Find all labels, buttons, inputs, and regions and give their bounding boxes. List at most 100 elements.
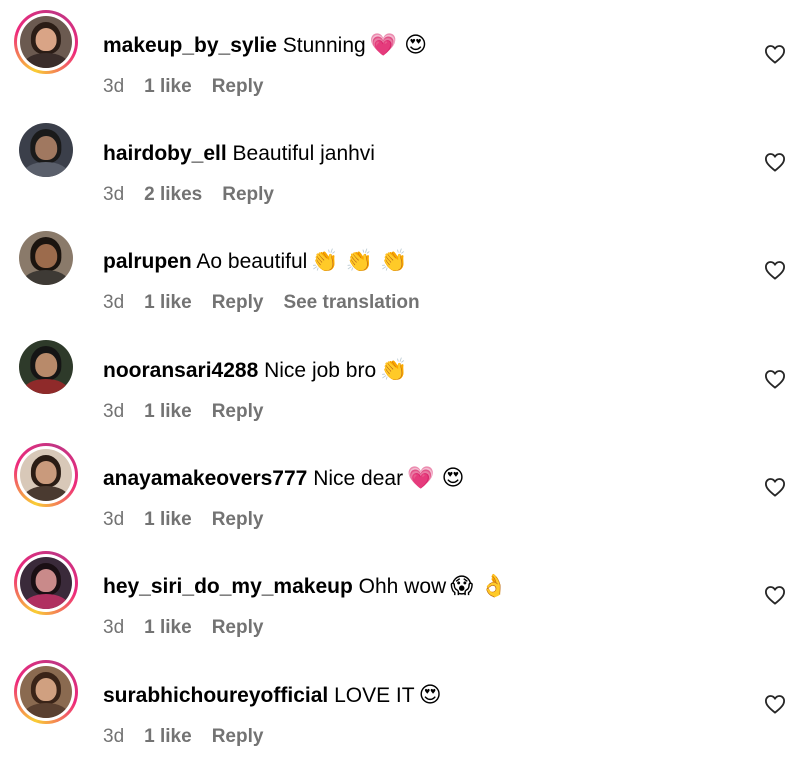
avatar-image [19,123,73,177]
comment-emoji: 💗 😍 [369,33,428,58]
reply-button[interactable]: Reply [212,726,264,747]
avatar-shoulders [22,269,70,285]
comment-meta: 3d 1 like Reply [103,507,283,533]
comment-body: Stunning [282,34,366,57]
avatar[interactable] [14,660,78,724]
avatar-image [20,666,72,718]
heart-outline-path [765,45,785,64]
reply-button[interactable]: Reply [212,292,264,313]
comment-meta: 3d 1 like Reply See translation [103,290,440,316]
avatar-shoulders [23,594,69,609]
avatar-frame [17,554,75,612]
avatar[interactable] [14,551,78,615]
avatar-face [35,461,57,485]
avatar-frame [17,446,75,504]
avatar-image [19,340,73,394]
comment-likes[interactable]: 2 likes [144,184,202,205]
comment-timestamp[interactable]: 3d [103,184,124,205]
comment-meta: 3d 1 like Reply [103,615,283,641]
heart-outline-path [765,586,785,605]
comments-list: makeup_by_sylie Stunning 💗 😍 3d 1 like Reply… [0,0,800,760]
comment-username[interactable]: hairdoby_ell [103,142,227,165]
avatar[interactable] [14,443,78,507]
comment-timestamp[interactable]: 3d [103,726,124,747]
avatar-shoulders [23,703,69,718]
comment-timestamp[interactable]: 3d [103,509,124,530]
comment-likes[interactable]: 1 like [144,292,192,313]
avatar-face [35,569,57,593]
avatar[interactable] [14,118,78,182]
comment-row: surabhichoureyofficial LOVE IT 😍 3d 1 like R… [0,660,800,768]
avatar[interactable] [14,10,78,74]
comment-username[interactable]: makeup_by_sylie [103,34,277,57]
comment-username[interactable]: anayamakeovers777 [103,467,307,490]
comment-username[interactable]: hey_siri_do_my_makeup [103,575,353,598]
comment-body: LOVE IT [334,684,415,707]
comment-row: hairdoby_ell Beautiful janhvi 3d 2 likes Re… [0,118,800,226]
comment-body: Nice dear [313,467,404,490]
comment-username[interactable]: palrupen [103,250,192,273]
comment-meta: 3d 2 likes Reply [103,182,294,208]
heart-outline-icon[interactable] [764,260,786,280]
avatar-frame [17,663,75,721]
avatar[interactable] [14,226,78,290]
comment-row: nooransari4288 Nice job bro 👏 3d 1 like Repl… [0,335,800,443]
heart-outline-icon[interactable] [764,694,786,714]
reply-button[interactable]: Reply [212,401,264,422]
heart-outline-path [765,370,785,389]
avatar-image [19,231,73,285]
comment-text-line: hairdoby_ell Beautiful janhvi [103,140,375,168]
comment-emoji: 😱 👌 [450,574,508,599]
reply-button[interactable]: Reply [212,617,264,638]
heart-outline-icon[interactable] [764,585,786,605]
comment-emoji: 💗 😍 [407,466,465,491]
comment-meta: 3d 1 like Reply [103,724,283,750]
comment-username[interactable]: surabhichoureyofficial [103,684,328,707]
avatar-face [35,243,57,268]
comment-likes[interactable]: 1 like [144,401,192,422]
heart-outline-path [765,261,785,280]
reply-button[interactable]: Reply [222,184,274,205]
comment-row: makeup_by_sylie Stunning 💗 😍 3d 1 like Reply [0,10,800,118]
comment-likes[interactable]: 1 like [144,76,192,97]
comment-timestamp[interactable]: 3d [103,292,124,313]
comment-text-line: makeup_by_sylie Stunning 💗 😍 [103,32,427,60]
comment-username[interactable]: nooransari4288 [103,359,258,382]
comment-likes[interactable]: 1 like [144,617,192,638]
comment-timestamp[interactable]: 3d [103,76,124,97]
comment-row: palrupen Ao beautiful 👏 👏 👏 3d 1 like Reply S… [0,226,800,334]
avatar-face [35,678,57,702]
comment-text-line: hey_siri_do_my_makeup Ohh wow 😱 👌 [103,573,508,601]
avatar-shoulders [23,486,69,501]
comment-body: Ao beautiful [196,250,308,273]
reply-button[interactable]: Reply [212,509,264,530]
avatar-face [35,28,57,52]
comment-emoji: 😍 [418,683,442,708]
heart-outline-icon[interactable] [764,152,786,172]
avatar[interactable] [14,335,78,399]
comment-text-line: palrupen Ao beautiful 👏 👏 👏 [103,248,407,276]
comment-row: hey_siri_do_my_makeup Ohh wow 😱 👌 3d 1 like… [0,551,800,659]
comment-timestamp[interactable]: 3d [103,401,124,422]
comment-likes[interactable]: 1 like [144,509,192,530]
comment-meta: 3d 1 like Reply [103,399,283,425]
comment-body: Ohh wow [358,575,447,598]
avatar-image [20,449,72,501]
avatar-frame [17,13,75,71]
heart-outline-icon[interactable] [764,477,786,497]
heart-outline-icon[interactable] [764,44,786,64]
comment-likes[interactable]: 1 like [144,726,192,747]
comment-emoji: 👏 [380,358,408,383]
comment-body: Beautiful janhvi [232,142,375,165]
see-translation-button[interactable]: See translation [283,292,419,313]
heart-outline-icon[interactable] [764,369,786,389]
heart-outline-path [765,478,785,497]
comment-emoji: 👏 👏 👏 [311,249,408,274]
avatar-image [20,557,72,609]
comment-body: Nice job bro [264,359,377,382]
comment-timestamp[interactable]: 3d [103,617,124,638]
reply-button[interactable]: Reply [212,76,264,97]
avatar-shoulders [22,378,70,394]
avatar-face [35,352,57,377]
heart-outline-path [765,153,785,172]
